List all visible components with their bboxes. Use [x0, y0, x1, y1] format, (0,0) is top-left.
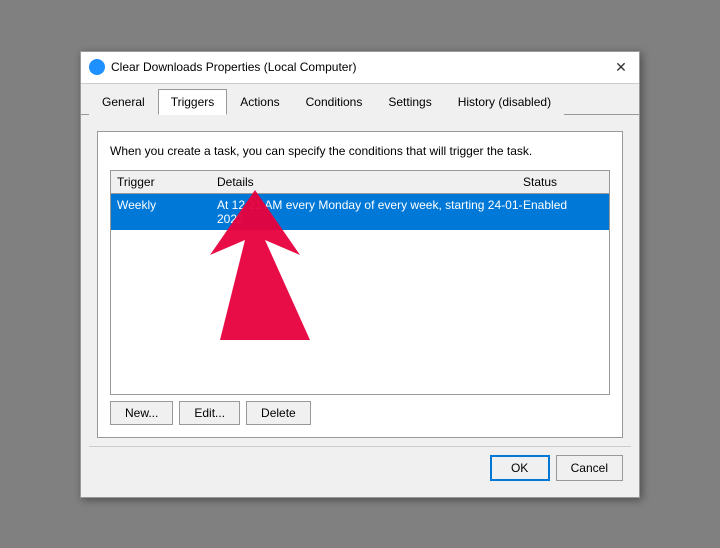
- tab-triggers[interactable]: Triggers: [158, 89, 228, 115]
- tab-settings[interactable]: Settings: [375, 89, 444, 115]
- cell-trigger: Weekly: [117, 198, 217, 226]
- table-body: Weekly At 12.21 AM every Monday of every…: [111, 194, 609, 394]
- triggers-table: Trigger Details Status Weekly At 12.21 A…: [110, 170, 610, 395]
- column-trigger: Trigger: [117, 175, 217, 189]
- description-text: When you create a task, you can specify …: [110, 144, 610, 158]
- edit-button[interactable]: Edit...: [179, 401, 240, 425]
- cancel-button[interactable]: Cancel: [556, 455, 623, 481]
- table-header: Trigger Details Status: [111, 171, 609, 194]
- bottom-buttons: OK Cancel: [89, 446, 631, 489]
- new-button[interactable]: New...: [110, 401, 173, 425]
- delete-button[interactable]: Delete: [246, 401, 311, 425]
- app-icon: [89, 59, 105, 75]
- tab-bar: General Triggers Actions Conditions Sett…: [81, 84, 639, 115]
- tab-actions[interactable]: Actions: [227, 89, 292, 115]
- dialog-title: Clear Downloads Properties (Local Comput…: [111, 60, 356, 74]
- dialog-window: Clear Downloads Properties (Local Comput…: [80, 51, 640, 498]
- tab-general[interactable]: General: [89, 89, 158, 115]
- title-bar-left: Clear Downloads Properties (Local Comput…: [89, 59, 356, 75]
- tab-history[interactable]: History (disabled): [445, 89, 564, 115]
- dialog-content: When you create a task, you can specify …: [81, 115, 639, 497]
- column-details: Details: [217, 175, 523, 189]
- cell-status: Enabled: [523, 198, 603, 226]
- column-status: Status: [523, 175, 603, 189]
- table-row[interactable]: Weekly At 12.21 AM every Monday of every…: [111, 194, 609, 230]
- ok-button[interactable]: OK: [490, 455, 550, 481]
- table-wrapper: Trigger Details Status Weekly At 12.21 A…: [110, 170, 610, 395]
- cell-details: At 12.21 AM every Monday of every week, …: [217, 198, 523, 226]
- title-bar: Clear Downloads Properties (Local Comput…: [81, 52, 639, 84]
- tab-conditions[interactable]: Conditions: [293, 89, 376, 115]
- action-buttons: New... Edit... Delete: [110, 401, 610, 425]
- content-panel: When you create a task, you can specify …: [97, 131, 623, 438]
- close-button[interactable]: ✕: [611, 57, 631, 77]
